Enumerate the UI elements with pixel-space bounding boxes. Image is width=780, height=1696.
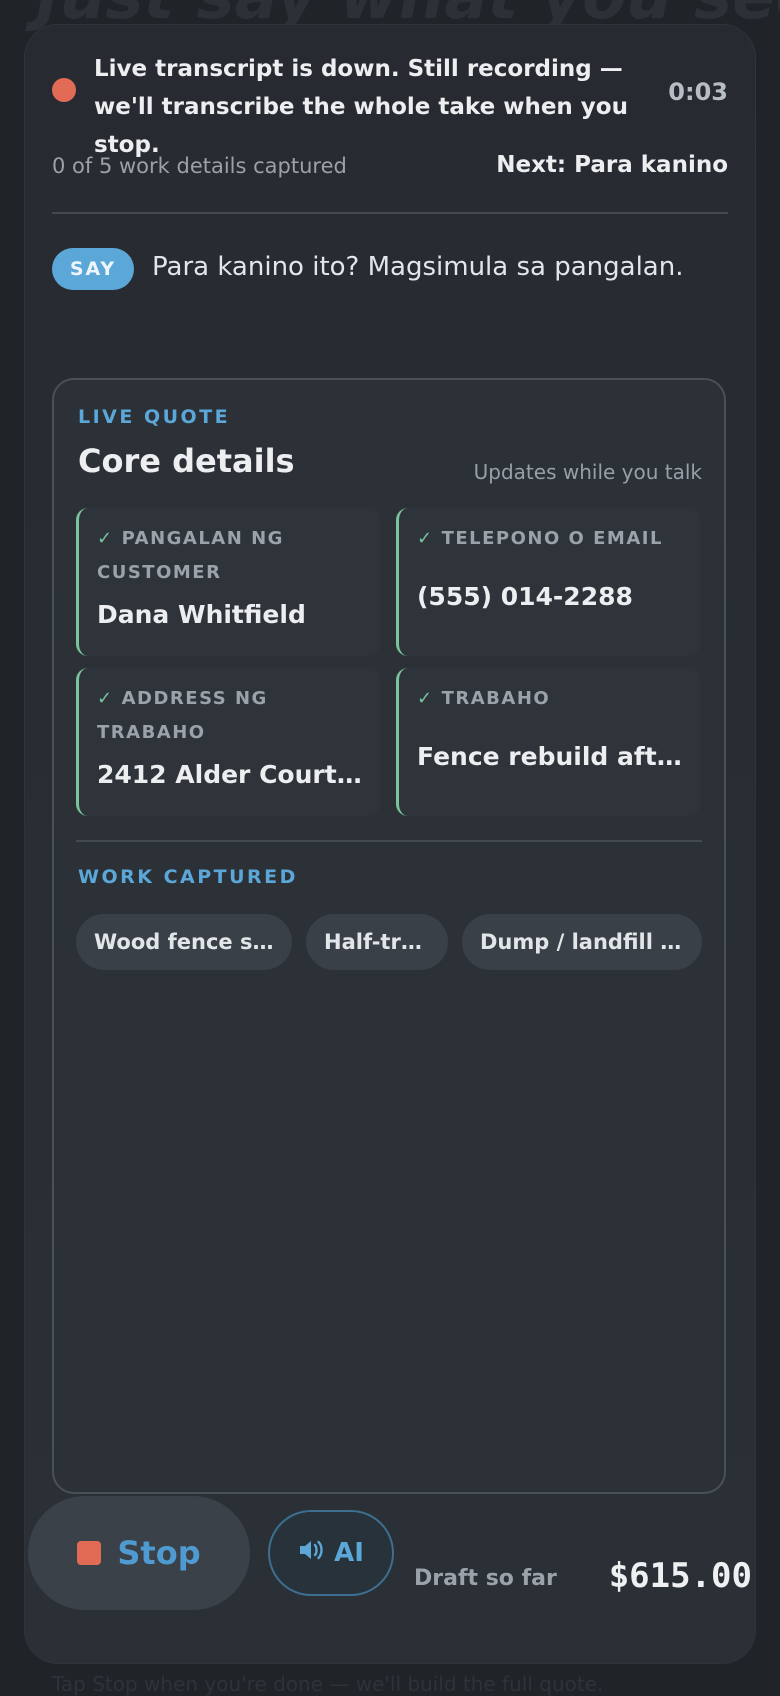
field-label: ✓ TRABAHO (417, 688, 551, 709)
next-prompt-label: Next: Para kanino (496, 152, 728, 178)
check-icon: ✓ (97, 528, 114, 549)
background-footer: Tap Stop when you're done — we'll build … (52, 1672, 604, 1696)
prompt-text: Para kanino ito? Magsimula sa pangalan. (152, 252, 684, 282)
stop-label: Stop (117, 1534, 201, 1572)
live-quote-card: LIVE QUOTE Core details Updates while yo… (52, 378, 726, 1494)
field-label: ✓ PANGALAN NG CUSTOMER (97, 528, 284, 583)
field-phone-email[interactable]: ✓ TELEPONO O EMAIL (555) 014-2288 (396, 508, 700, 656)
check-icon: ✓ (97, 688, 114, 709)
field-customer-name[interactable]: ✓ PANGALAN NG CUSTOMER Dana Whitfield (76, 508, 380, 656)
divider (76, 840, 702, 842)
ai-voice-button[interactable]: AI (268, 1510, 394, 1596)
ai-label: AI (334, 1538, 364, 1568)
recording-timer: 0:03 (668, 78, 728, 106)
work-chips: Wood fence se... Half-tru... Dump / land… (76, 914, 702, 970)
field-job-address[interactable]: ✓ ADDRESS NG TRABAHO 2412 Alder Court, ..… (76, 668, 380, 816)
stop-square-icon (77, 1541, 102, 1565)
field-job[interactable]: ✓ TRABAHO Fence rebuild afte... (396, 668, 700, 816)
stop-button[interactable]: Stop (28, 1496, 250, 1610)
work-chip[interactable]: Half-tru... (306, 914, 448, 970)
work-chip[interactable]: Dump / landfill fe... (462, 914, 702, 970)
recording-dot-icon (52, 78, 76, 102)
quote-title: Core details (78, 442, 295, 480)
work-captured-label: WORK CAPTURED (78, 866, 298, 888)
field-value: Fence rebuild afte... (417, 742, 684, 771)
status-message: Live transcript is down. Still recording… (94, 56, 628, 158)
draft-label: Draft so far (414, 1566, 557, 1591)
divider (52, 212, 728, 214)
field-label: ✓ TELEPONO O EMAIL (417, 528, 663, 549)
say-badge: SAY (52, 248, 134, 290)
quote-hint: Updates while you talk (473, 460, 702, 484)
field-value: (555) 014-2288 (417, 582, 633, 611)
speaker-icon (298, 1539, 324, 1567)
progress-text: 0 of 5 work details captured (52, 154, 347, 178)
field-label: ✓ ADDRESS NG TRABAHO (97, 688, 268, 743)
check-icon: ✓ (417, 528, 434, 549)
quote-eyebrow: LIVE QUOTE (78, 406, 231, 428)
draft-amount: $615.00 (608, 1556, 752, 1596)
work-chip[interactable]: Wood fence se... (76, 914, 292, 970)
recording-panel: Live transcript is down. Still recording… (24, 24, 756, 1664)
check-icon: ✓ (417, 688, 434, 709)
field-value: Dana Whitfield (97, 600, 306, 629)
field-value: 2412 Alder Court, ... (97, 760, 364, 789)
